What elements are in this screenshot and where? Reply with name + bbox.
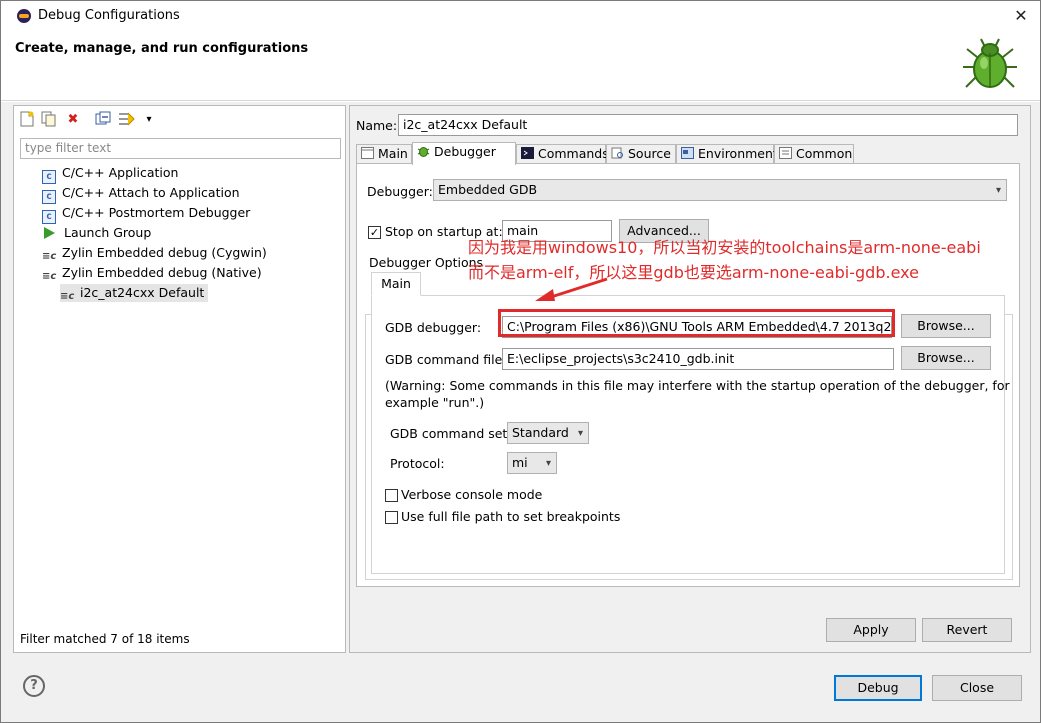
tree-item-cpp-attach[interactable]: c C/C++ Attach to Application bbox=[42, 184, 240, 204]
annotation-line2: 而不是arm-elf，所以这里gdb也要选arm-none-eabi-gdb.e… bbox=[468, 263, 919, 282]
chevron-down-icon: ▾ bbox=[577, 428, 583, 439]
config-tabs: Main Debugger Commands Source Environmen… bbox=[356, 142, 1026, 165]
window-title: Debug Configurations bbox=[38, 8, 180, 23]
verbose-console-checkbox[interactable] bbox=[385, 489, 398, 502]
title-bar: Debug Configurations ✕ bbox=[1, 1, 1040, 31]
protocol-label: Protocol: bbox=[390, 456, 445, 471]
header-banner: Create, manage, and run configurations bbox=[1, 31, 1040, 101]
debug-configurations-window: Debug Configurations ✕ Create, manage, a… bbox=[0, 0, 1041, 723]
tab-source[interactable]: Source bbox=[606, 144, 676, 164]
delete-icon[interactable]: ✖ bbox=[64, 111, 82, 129]
eclipse-icon bbox=[17, 9, 31, 23]
close-button[interactable]: Close bbox=[932, 675, 1022, 701]
apply-button[interactable]: Apply bbox=[826, 618, 916, 642]
common-tab-icon bbox=[779, 147, 792, 159]
close-window-icon[interactable]: ✕ bbox=[1010, 5, 1032, 27]
gdb-debugger-browse-button[interactable]: Browse... bbox=[901, 314, 991, 338]
configuration-tree-panel: ✖ ▾ type filter text c C/C++ Application … bbox=[13, 105, 346, 653]
tree-item-launch-group[interactable]: Launch Group bbox=[44, 224, 151, 242]
tree-item-cpp-postmortem[interactable]: c C/C++ Postmortem Debugger bbox=[42, 204, 250, 224]
duplicate-icon[interactable] bbox=[40, 111, 58, 129]
tree-toolbar: ✖ ▾ bbox=[16, 108, 343, 132]
collapse-all-icon[interactable] bbox=[94, 111, 112, 129]
revert-button[interactable]: Revert bbox=[922, 618, 1012, 642]
commands-tab-icon bbox=[521, 147, 534, 159]
chevron-down-icon: ▾ bbox=[995, 185, 1001, 196]
tab-environment[interactable]: Environment bbox=[676, 144, 778, 164]
zylin-config-icon: ≡c bbox=[60, 291, 75, 302]
configuration-editor-panel: Name: i2c_at24cxx Default Main Debugger … bbox=[349, 105, 1031, 653]
debugger-label: Debugger: bbox=[367, 184, 433, 199]
c-app-icon: c bbox=[42, 170, 56, 184]
filter-status: Filter matched 7 of 18 items bbox=[20, 632, 190, 646]
zylin-icon: ≡c bbox=[42, 251, 57, 262]
main-tab-icon bbox=[361, 147, 374, 159]
launch-group-icon bbox=[44, 227, 55, 239]
verbose-console-label: Verbose console mode bbox=[401, 487, 543, 502]
debugger-tab-icon bbox=[417, 147, 430, 157]
name-input[interactable]: i2c_at24cxx Default bbox=[398, 114, 1018, 136]
header-title: Create, manage, and run configurations bbox=[15, 41, 309, 56]
debug-button[interactable]: Debug bbox=[834, 675, 922, 701]
source-tab-icon bbox=[611, 147, 623, 159]
new-config-icon[interactable] bbox=[18, 111, 36, 129]
stop-on-startup-checkbox[interactable]: ✓ bbox=[368, 226, 381, 239]
warning-text-line2: example "run".) bbox=[385, 395, 485, 410]
tab-main[interactable]: Main bbox=[356, 144, 412, 164]
tree-item-zylin-native[interactable]: ≡c Zylin Embedded debug (Native) bbox=[42, 264, 262, 282]
filter-input[interactable]: type filter text bbox=[20, 138, 341, 159]
gdb-command-set-label: GDB command set: bbox=[390, 426, 512, 441]
tree-item-i2c-at24cxx-default[interactable]: ≡c i2c_at24cxx Default bbox=[60, 284, 209, 302]
gdb-command-file-browse-button[interactable]: Browse... bbox=[901, 346, 991, 370]
debugger-select[interactable]: Embedded GDB ▾ bbox=[433, 179, 1007, 201]
help-icon[interactable]: ? bbox=[23, 675, 45, 697]
protocol-select[interactable]: mi ▾ bbox=[507, 452, 557, 474]
tab-commands[interactable]: Commands bbox=[516, 144, 609, 164]
name-label: Name: bbox=[356, 118, 398, 133]
inner-tab-main[interactable]: Main bbox=[371, 272, 421, 296]
environment-tab-icon bbox=[681, 147, 694, 159]
gdb-command-set-select[interactable]: Standard ▾ bbox=[507, 422, 589, 444]
full-path-label: Use full file path to set breakpoints bbox=[401, 509, 621, 524]
annotation-line1: 因为我是用windows10，所以当初安装的toolchains是arm-non… bbox=[468, 238, 981, 257]
tree-item-zylin-cygwin[interactable]: ≡c Zylin Embedded debug (Cygwin) bbox=[42, 244, 267, 262]
tab-debugger[interactable]: Debugger bbox=[412, 142, 516, 165]
c-attach-icon: c bbox=[42, 190, 56, 204]
full-path-checkbox[interactable] bbox=[385, 511, 398, 524]
warning-text-line1: (Warning: Some commands in this file may… bbox=[385, 378, 1010, 393]
gdb-command-file-input[interactable]: E:\eclipse_projects\s3c2410_gdb.init bbox=[502, 348, 894, 370]
tab-common[interactable]: Common bbox=[774, 144, 854, 164]
tree-item-cpp-application[interactable]: c C/C++ Application bbox=[42, 164, 178, 184]
zylin-icon: ≡c bbox=[42, 271, 57, 282]
debugger-tab-content: Debugger: Embedded GDB ▾ ✓ Stop on start… bbox=[356, 163, 1020, 587]
c-postmortem-icon: c bbox=[42, 210, 56, 224]
dropdown-icon[interactable]: ▾ bbox=[140, 111, 158, 129]
bug-icon bbox=[963, 38, 1017, 88]
annotation-highlight-box bbox=[498, 309, 895, 337]
filter-icon[interactable] bbox=[118, 111, 136, 129]
gdb-debugger-label: GDB debugger: bbox=[385, 320, 482, 335]
gdb-command-file-label: GDB command file: bbox=[385, 352, 507, 367]
chevron-down-icon: ▾ bbox=[545, 458, 551, 469]
